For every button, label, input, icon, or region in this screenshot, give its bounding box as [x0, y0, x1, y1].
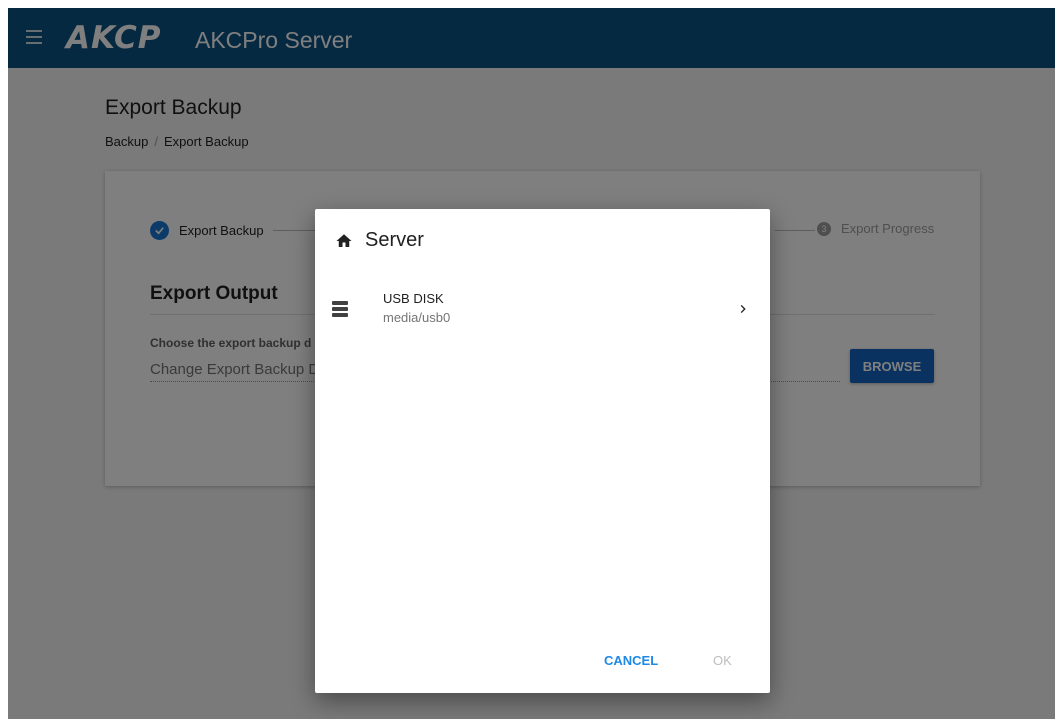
cancel-button[interactable]: CANCEL	[604, 653, 658, 668]
dialog-title-text: Server	[365, 229, 424, 251]
storage-icon	[332, 301, 348, 317]
home-icon[interactable]	[335, 232, 353, 250]
chevron-right-icon[interactable]	[735, 301, 751, 317]
list-item-usb-disk[interactable]: USB DISK media/usb0	[315, 287, 770, 335]
server-file-dialog: Server USB DISK media/usb0 CANCEL OK	[315, 209, 770, 693]
item-path: media/usb0	[383, 310, 451, 325]
app-window: AKCP AKCPro Server Export Backup Backup/…	[8, 8, 1055, 719]
dialog-title: Server	[335, 229, 424, 252]
item-name: USB DISK	[383, 291, 444, 306]
ok-button[interactable]: OK	[713, 653, 732, 668]
